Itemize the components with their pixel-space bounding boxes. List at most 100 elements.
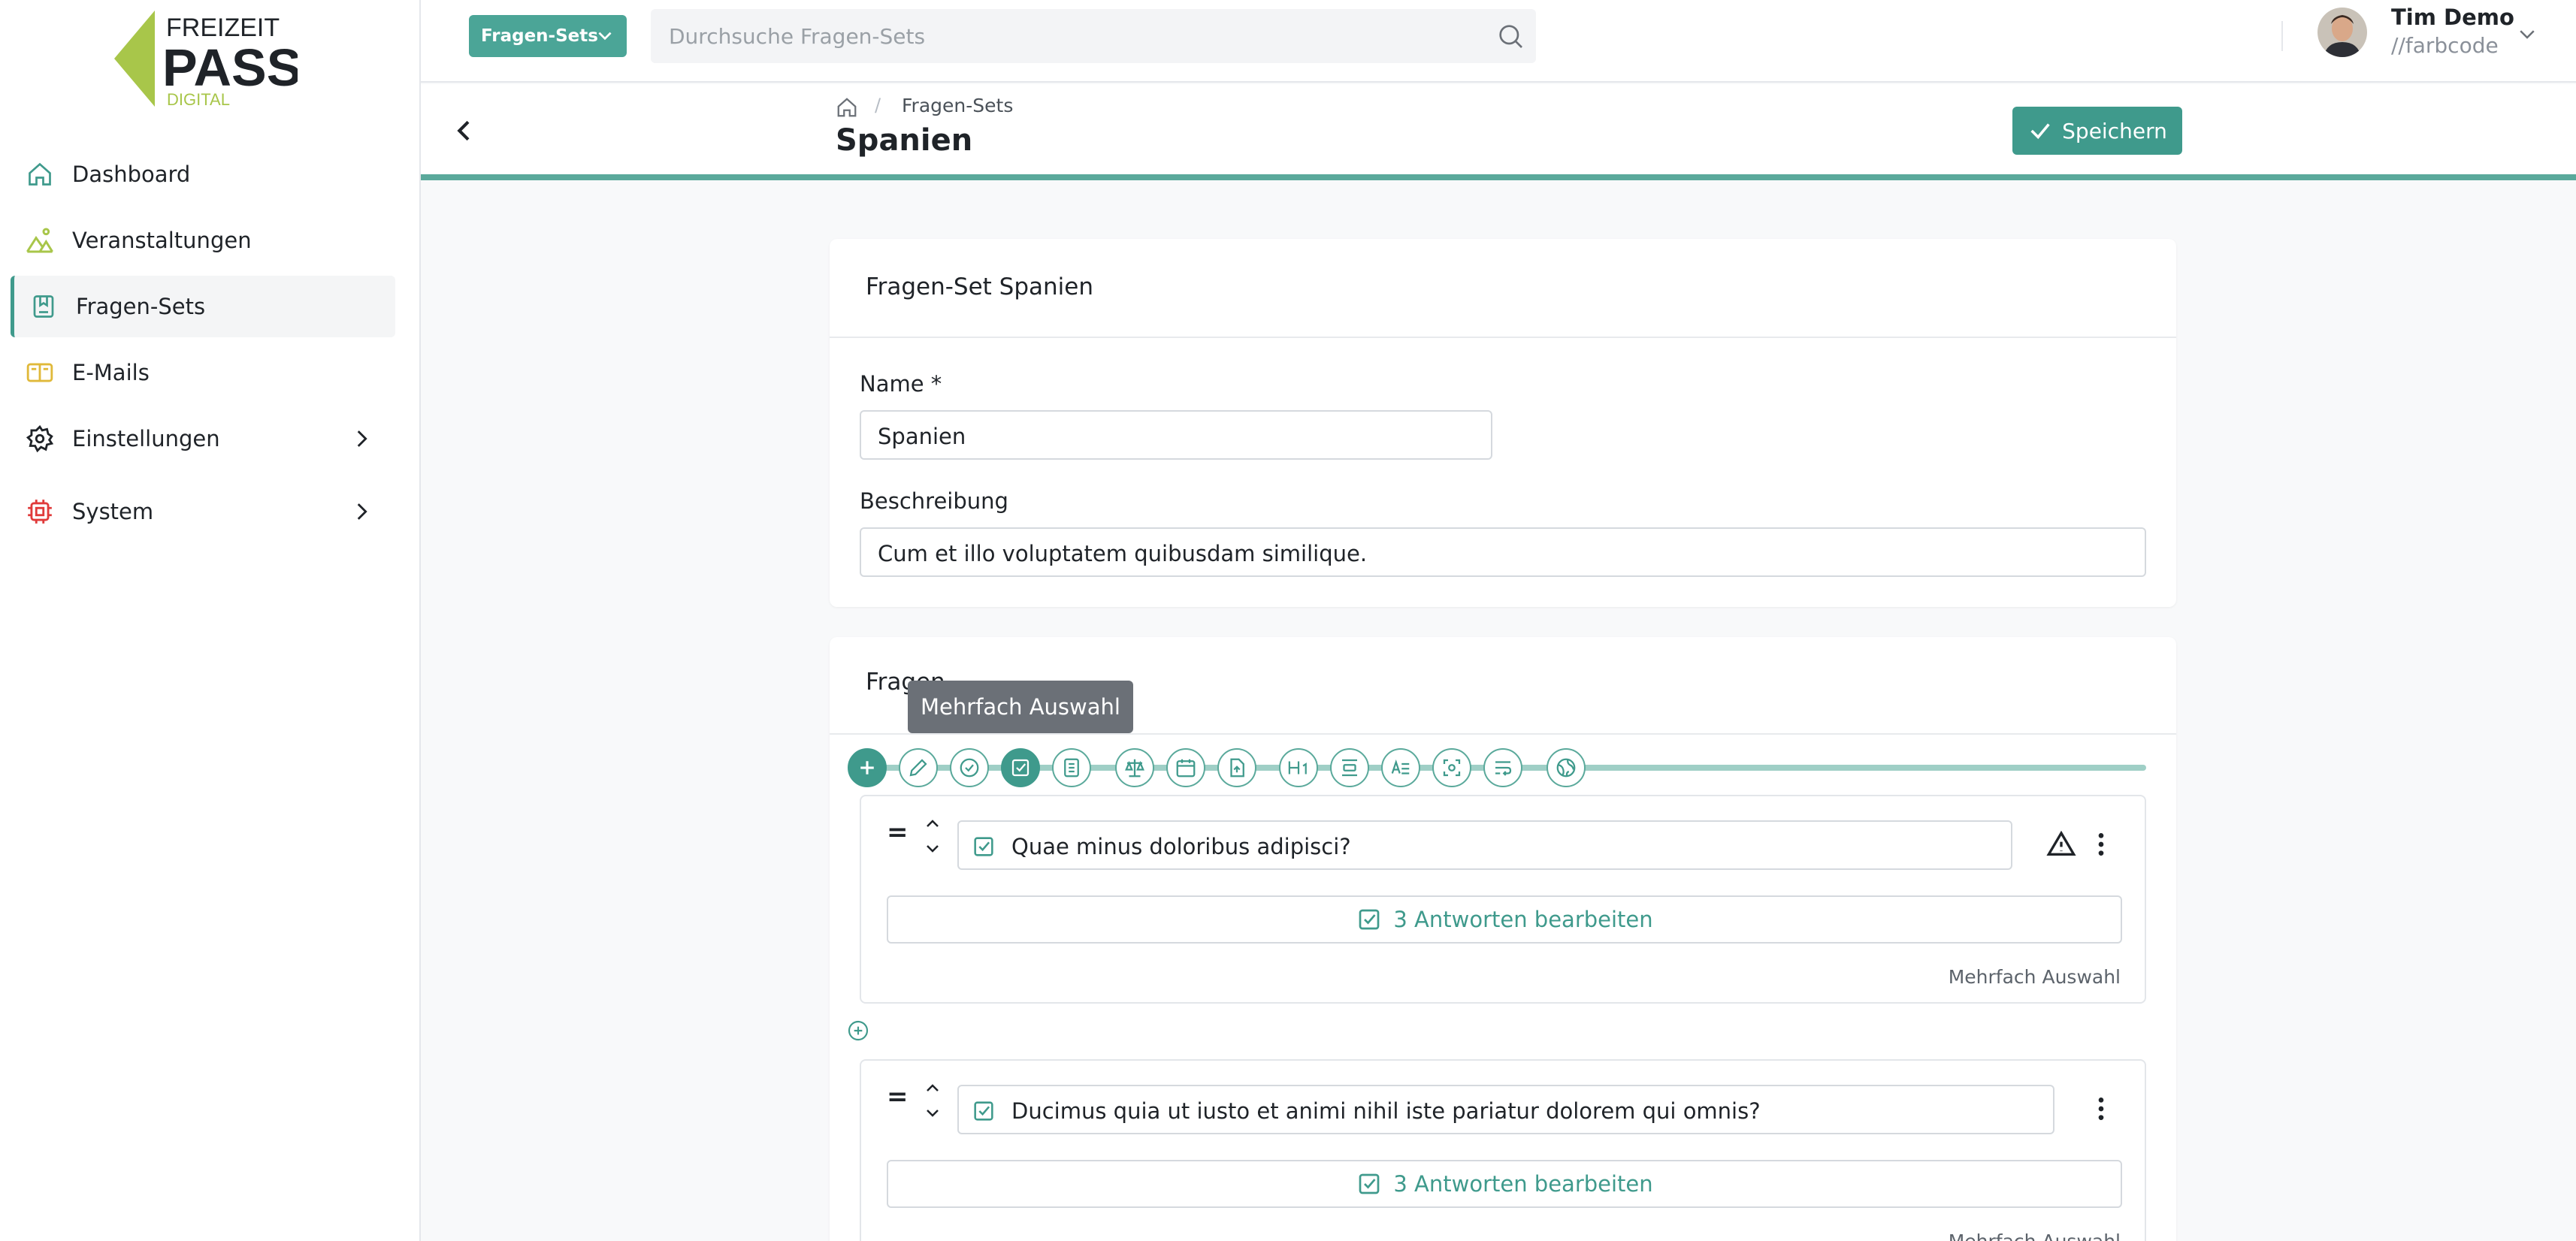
avatar[interactable] xyxy=(2317,8,2367,57)
chevron-right-icon xyxy=(349,426,374,451)
fragen-set-card: Fragen-Set Spanien Name * Spanien Beschr… xyxy=(830,239,2176,607)
calendar-icon xyxy=(1176,759,1196,778)
event-icon xyxy=(23,223,57,258)
wrap-text-icon xyxy=(1495,761,1512,776)
file-upload-button[interactable] xyxy=(1217,748,1256,787)
text-block-button[interactable] xyxy=(1381,748,1420,787)
check-circle-icon xyxy=(960,758,979,778)
page-header: / Fragen-Sets Spanien Speichern xyxy=(421,84,2576,180)
top-bar: Fragen-Sets Durchsuche Fragen-Sets Tim D… xyxy=(421,0,2576,83)
edit-answers-button[interactable]: 3 Antworten bearbeiten xyxy=(887,895,2122,944)
heading-icon xyxy=(1288,761,1307,774)
back-arrow-icon[interactable] xyxy=(449,116,479,146)
sidebar-item-e-mails[interactable]: E-Mails xyxy=(11,342,395,403)
scan-question-button[interactable] xyxy=(1432,748,1471,787)
checkbox-icon xyxy=(1011,759,1029,777)
save-button-label: Speichern xyxy=(2062,118,2167,143)
breadcrumb-current[interactable]: Fragen-Sets xyxy=(902,95,1013,116)
edit-answers-label: 3 Antworten bearbeiten xyxy=(1393,1171,1653,1197)
sidebar-item-label: Fragen-Sets xyxy=(76,294,206,319)
logo-text-line3: DIGITAL xyxy=(167,90,230,108)
checkbox-icon xyxy=(971,834,996,859)
header-accent-bar xyxy=(421,174,2576,180)
divider xyxy=(830,337,2176,338)
chevron-down-icon[interactable] xyxy=(2516,23,2538,45)
question-type-label: Mehrfach Auswahl xyxy=(1948,966,2121,988)
freizeitpass-logo[interactable]: FREIZEIT PASS DIGITAL xyxy=(110,11,298,108)
align-center-icon xyxy=(1342,759,1357,777)
chip-icon xyxy=(23,494,57,529)
edit-answers-button[interactable]: 3 Antworten bearbeiten xyxy=(887,1160,2122,1208)
check-icon xyxy=(2027,118,2053,143)
list-icon xyxy=(1064,758,1079,778)
heading-button[interactable] xyxy=(1279,748,1318,787)
insert-question-icon[interactable] xyxy=(846,1019,870,1043)
chevron-right-icon xyxy=(349,499,374,524)
card-title: Fragen-Set Spanien xyxy=(866,273,1093,300)
user-organization: //farbcode xyxy=(2391,33,2499,58)
drag-handle-icon[interactable]: = xyxy=(887,817,909,847)
question-item: = Quae minus doloribus adipisci? 3 Antwo… xyxy=(860,795,2146,1004)
checkbox-icon xyxy=(1356,906,1383,933)
sidebar-item-veranstaltungen[interactable]: Veranstaltungen xyxy=(11,210,395,271)
user-name[interactable]: Tim Demo xyxy=(2391,5,2514,30)
chevron-up-down-icon xyxy=(927,820,939,853)
text-question-button[interactable] xyxy=(899,748,938,787)
section-dropdown-label: Fragen-Sets xyxy=(481,26,598,46)
sidebar-item-system[interactable]: System xyxy=(11,481,395,542)
divider xyxy=(830,733,2176,735)
save-button[interactable]: Speichern xyxy=(2012,107,2182,155)
home-icon xyxy=(23,157,57,192)
breadcrumb-home-icon[interactable] xyxy=(836,96,858,119)
globe-icon xyxy=(1556,758,1576,778)
multiple-choice-button[interactable] xyxy=(1001,748,1040,787)
divider-block-button[interactable] xyxy=(1330,748,1369,787)
description-field[interactable]: Cum et illo voluptatem quibusdam similiq… xyxy=(860,527,2146,577)
pencil-icon xyxy=(909,759,927,777)
breadcrumb-separator: / xyxy=(875,95,881,116)
question-text-field[interactable]: Quae minus doloribus adipisci? xyxy=(957,820,2012,870)
scale-question-button[interactable] xyxy=(1115,748,1154,787)
scale-icon xyxy=(1125,759,1144,778)
warning-icon[interactable] xyxy=(2045,829,2077,859)
chevron-down-icon xyxy=(595,26,615,45)
search-placeholder: Durchsuche Fragen-Sets xyxy=(669,24,926,49)
wrap-text-button[interactable] xyxy=(1483,748,1522,787)
reorder-arrows[interactable] xyxy=(923,1080,942,1125)
sidebar-item-dashboard[interactable]: Dashboard xyxy=(11,143,395,205)
plus-icon xyxy=(860,761,874,774)
sidebar-item-label: System xyxy=(72,499,154,524)
reorder-arrows[interactable] xyxy=(923,816,942,861)
search-input[interactable]: Durchsuche Fragen-Sets xyxy=(651,9,1536,63)
bookmark-book-icon xyxy=(26,289,61,324)
name-field[interactable]: Spanien xyxy=(860,410,1492,460)
checkbox-icon xyxy=(971,1098,996,1124)
sidebar-item-label: Dashboard xyxy=(72,162,191,187)
question-item: = Ducimus quia ut iusto et animi nihil i… xyxy=(860,1059,2146,1241)
divider xyxy=(2281,21,2283,51)
more-options-icon[interactable] xyxy=(2086,1094,2116,1124)
sidebar-item-einstellungen[interactable]: Einstellungen xyxy=(11,408,395,470)
question-text-field[interactable]: Ducimus quia ut iusto et animi nihil ist… xyxy=(957,1085,2054,1134)
date-question-button[interactable] xyxy=(1166,748,1205,787)
sidebar-item-label: Veranstaltungen xyxy=(72,228,252,253)
chevron-up-down-icon xyxy=(927,1084,939,1117)
sidebar-item-label: E-Mails xyxy=(72,360,150,385)
add-question-button[interactable] xyxy=(848,748,887,787)
global-question-button[interactable] xyxy=(1547,748,1586,787)
name-label: Name * xyxy=(860,371,942,397)
drag-handle-icon[interactable]: = xyxy=(887,1082,909,1112)
search-icon[interactable] xyxy=(1495,21,1525,51)
tooltip: Mehrfach Auswahl xyxy=(908,681,1133,733)
text-lines-icon xyxy=(1391,759,1410,774)
list-question-button[interactable] xyxy=(1052,748,1091,787)
single-choice-button[interactable] xyxy=(950,748,989,787)
scan-icon xyxy=(1443,759,1461,777)
more-options-icon[interactable] xyxy=(2086,829,2116,859)
section-dropdown[interactable]: Fragen-Sets xyxy=(469,15,627,57)
page-title: Spanien xyxy=(836,123,973,158)
mail-icon xyxy=(23,355,57,390)
question-text: Ducimus quia ut iusto et animi nihil ist… xyxy=(1011,1098,1761,1124)
sidebar-item-fragen-sets[interactable]: Fragen-Sets xyxy=(11,276,395,337)
logo-text-line2: PASS xyxy=(162,38,298,97)
